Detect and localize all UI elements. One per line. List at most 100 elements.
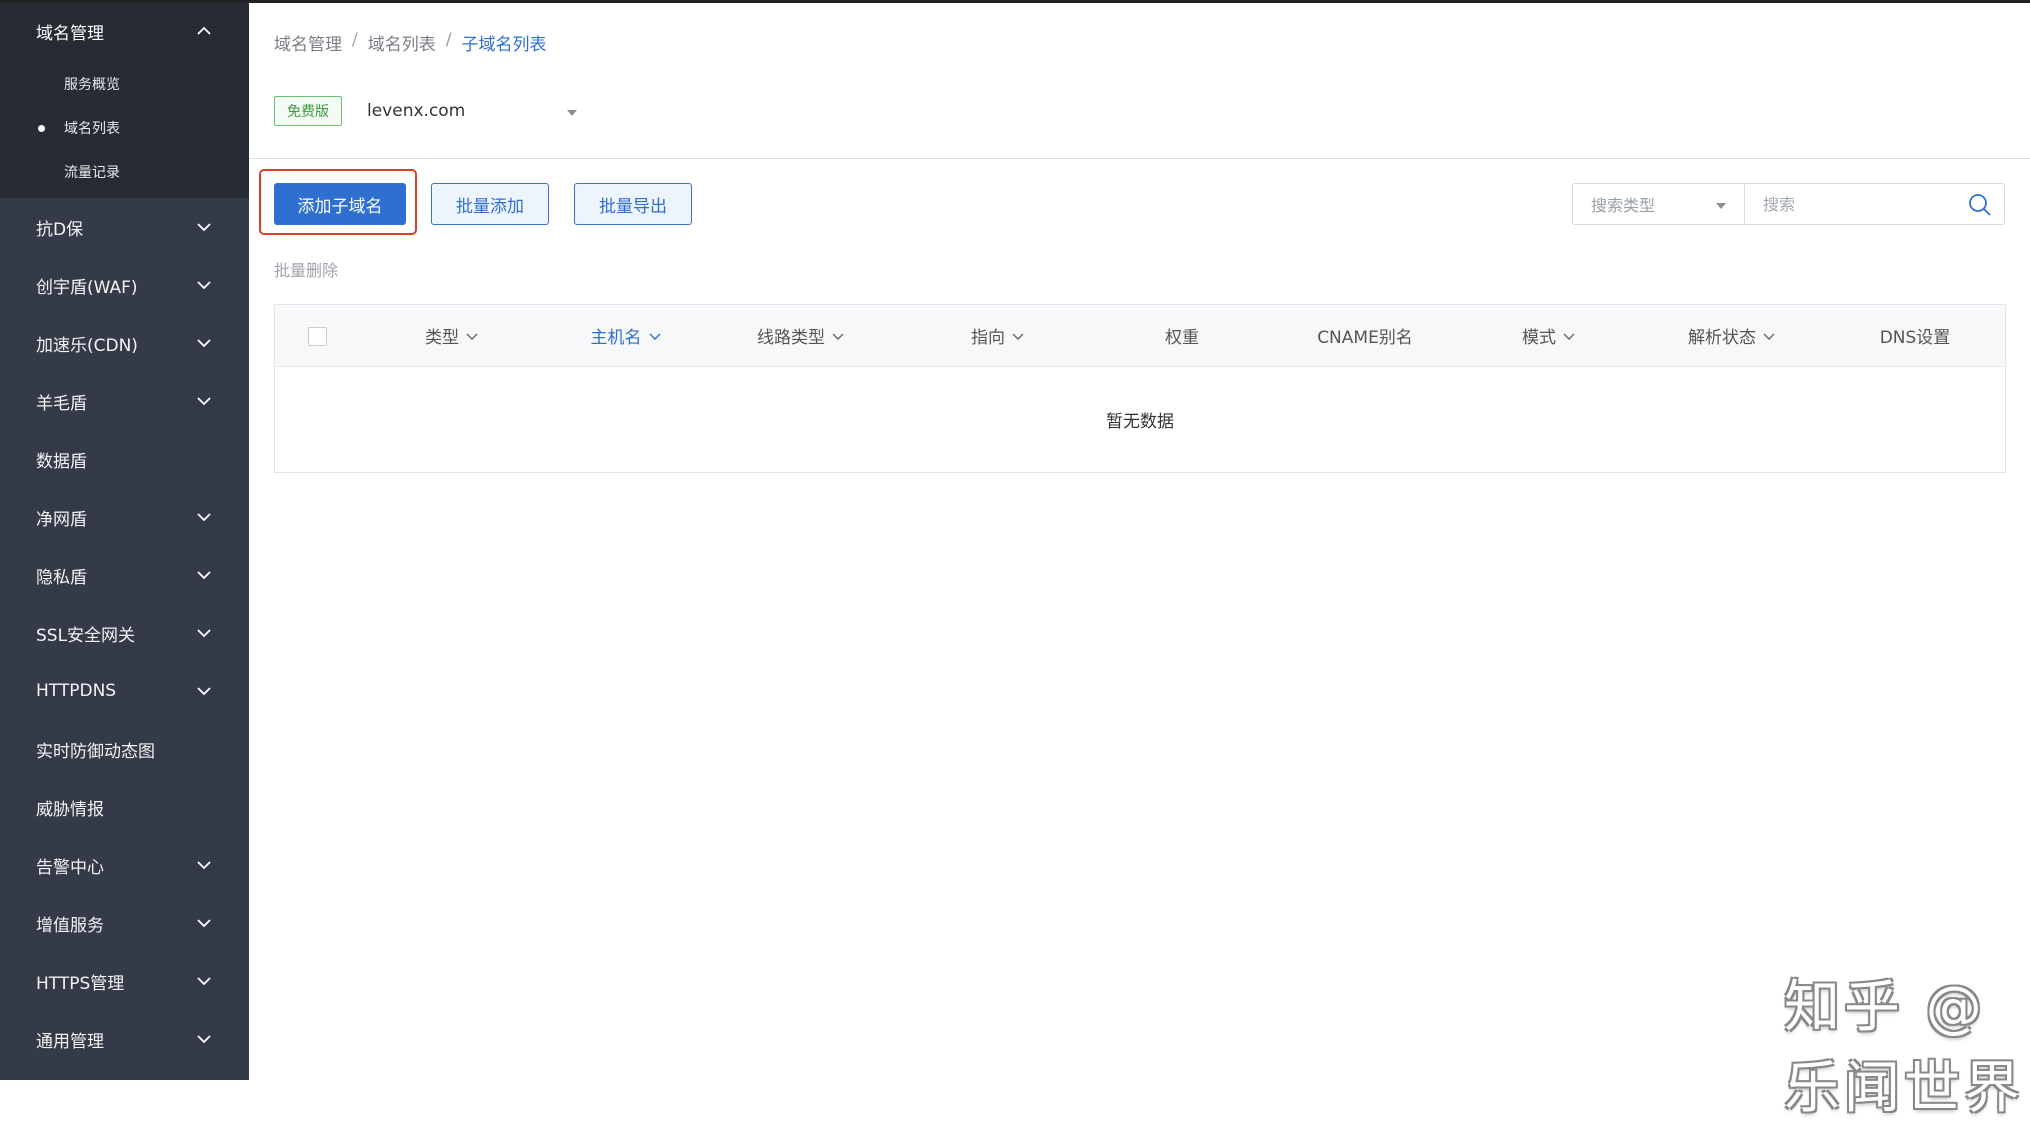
breadcrumb-separator: / [352, 30, 358, 55]
sidebar-item[interactable]: 通用管理 [0, 1010, 249, 1068]
sidebar-item-label: 通用管理 [36, 1027, 104, 1052]
sidebar-item-label: SSL安全网关 [36, 621, 135, 646]
chevron-down-icon [195, 1030, 213, 1048]
domain-select[interactable]: levenx.com [367, 101, 577, 121]
batch-add-button[interactable]: 批量添加 [431, 183, 549, 225]
search-input[interactable] [1745, 194, 1955, 215]
add-subdomain-button[interactable]: 添加子域名 [274, 183, 406, 225]
sidebar-item[interactable]: 隐私盾 [0, 546, 249, 604]
active-dot-icon [38, 125, 45, 132]
table-header-cell[interactable]: 模式 [1469, 305, 1629, 366]
sidebar-item[interactable]: 羊毛盾 [0, 372, 249, 430]
main-content: 域名管理 / 域名列表 / 子域名列表 免费版 levenx.com 添加子域名… [249, 0, 2030, 1080]
sidebar-item-label: HTTPDNS [36, 681, 116, 701]
chevron-down-icon [195, 508, 213, 526]
chevron-down-icon [648, 329, 662, 343]
plan-badge: 免费版 [274, 96, 342, 126]
sidebar-menu-list: 抗D保创宇盾(WAF) 加速乐(CDN) 羊毛盾数据盾净网盾隐私盾 SSL安全网关 HT… [0, 198, 249, 1068]
batch-delete-link[interactable]: 批量删除 [274, 257, 338, 281]
watermark: 知乎 @乐闻世界 [1784, 962, 2030, 1124]
column-label: DNS设置 [1880, 323, 1951, 348]
table-header-cell[interactable]: 类型 [372, 305, 532, 366]
sidebar-subitem-traffic-log[interactable]: 流量记录 [0, 150, 249, 194]
sidebar-item-label: 实时防御动态图 [36, 737, 155, 762]
sidebar-submenu: 服务概览 域名列表 流量记录 [0, 62, 249, 194]
sidebar-item[interactable]: 抗D保 [0, 198, 249, 256]
sidebar-item[interactable]: 数据盾 [0, 430, 249, 488]
chevron-down-icon [465, 329, 479, 343]
chevron-up-icon [195, 22, 213, 40]
sidebar-item[interactable]: 净网盾 [0, 488, 249, 546]
chevron-down-icon [195, 566, 213, 584]
sidebar-item-label: 羊毛盾 [36, 389, 87, 414]
top-border [0, 0, 2030, 3]
breadcrumb-current: 子域名列表 [461, 30, 546, 55]
sidebar-item[interactable]: 增值服务 [0, 894, 249, 952]
sidebar-item[interactable]: 实时防御动态图 [0, 720, 249, 778]
subdomain-table: 类型 主机名 线路类型 指向 权重 CNAME别名 模式 解析状态 DNS设置 暂无数据 [274, 304, 2006, 473]
column-label: 权重 [1165, 323, 1199, 348]
sidebar-item-label: 抗D保 [36, 215, 83, 240]
chevron-down-icon [195, 914, 213, 932]
sidebar-item-label: 威胁情报 [36, 795, 104, 820]
table-header-cell: 权重 [1102, 305, 1262, 366]
search-type-placeholder: 搜索类型 [1591, 192, 1655, 216]
select-all-checkbox[interactable] [308, 327, 327, 346]
sidebar-item-label: 净网盾 [36, 505, 87, 530]
sidebar-item[interactable]: HTTPS管理 [0, 952, 249, 1010]
sidebar-item[interactable]: 加速乐(CDN) [0, 314, 249, 372]
search-type-select[interactable]: 搜索类型 [1572, 183, 1744, 225]
chevron-down-icon [831, 329, 845, 343]
column-label: CNAME别名 [1317, 323, 1413, 348]
sidebar-group-header[interactable]: 域名管理 [0, 0, 249, 62]
caret-down-icon [567, 110, 577, 116]
breadcrumb: 域名管理 / 域名列表 / 子域名列表 [274, 30, 546, 55]
column-label: 线路类型 [757, 323, 825, 348]
breadcrumb-item-domain-management[interactable]: 域名管理 [274, 30, 342, 55]
chevron-down-icon [195, 392, 213, 410]
sidebar-item[interactable]: SSL安全网关 [0, 604, 249, 662]
sidebar-item[interactable]: 告警中心 [0, 836, 249, 894]
chevron-down-icon [195, 682, 213, 700]
chevron-down-icon [195, 218, 213, 236]
chevron-down-icon [195, 856, 213, 874]
sidebar-item-label: HTTPS管理 [36, 969, 124, 994]
caret-down-icon [1716, 203, 1726, 209]
sidebar-subitem-domain-list[interactable]: 域名列表 [0, 106, 249, 150]
chevron-down-icon [195, 276, 213, 294]
search-icon[interactable] [1968, 193, 1992, 217]
sidebar-item[interactable]: HTTPDNS [0, 662, 249, 720]
column-label: 解析状态 [1688, 323, 1756, 348]
domain-selector-row: 免费版 levenx.com [274, 96, 577, 126]
column-label: 类型 [425, 323, 459, 348]
breadcrumb-separator: / [446, 30, 452, 55]
table-header-cell[interactable]: 主机名 [546, 305, 706, 366]
table-header-cell[interactable]: 指向 [918, 305, 1078, 366]
column-label: 主机名 [591, 323, 642, 348]
chevron-down-icon [1762, 329, 1776, 343]
sidebar-subitem-label: 流量记录 [64, 162, 120, 182]
sidebar-item-label: 增值服务 [36, 911, 104, 936]
chevron-down-icon [1011, 329, 1025, 343]
chevron-down-icon [195, 624, 213, 642]
sidebar-subitem-overview[interactable]: 服务概览 [0, 62, 249, 106]
breadcrumb-item-domain-list[interactable]: 域名列表 [368, 30, 436, 55]
divider [249, 158, 2030, 159]
chevron-down-icon [195, 334, 213, 352]
table-header-cell: DNS设置 [1835, 305, 1995, 366]
sidebar-item[interactable]: 威胁情报 [0, 778, 249, 836]
sidebar-item-label: 告警中心 [36, 853, 104, 878]
sidebar-subitem-label: 域名列表 [64, 118, 120, 138]
table-header: 类型 主机名 线路类型 指向 权重 CNAME别名 模式 解析状态 DNS设置 [275, 305, 2005, 367]
sidebar-item[interactable]: 创宇盾(WAF) [0, 256, 249, 314]
table-header-cell[interactable]: 线路类型 [721, 305, 881, 366]
batch-export-button[interactable]: 批量导出 [574, 183, 692, 225]
search-box [1744, 183, 2005, 225]
domain-select-value: levenx.com [367, 101, 465, 121]
sidebar-item-label: 加速乐(CDN) [36, 331, 138, 356]
table-header-cell[interactable]: 解析状态 [1652, 305, 1812, 366]
sidebar-item-label: 数据盾 [36, 447, 87, 472]
empty-state: 暂无数据 [275, 366, 2005, 472]
column-label: 指向 [971, 323, 1005, 348]
chevron-down-icon [1562, 329, 1576, 343]
